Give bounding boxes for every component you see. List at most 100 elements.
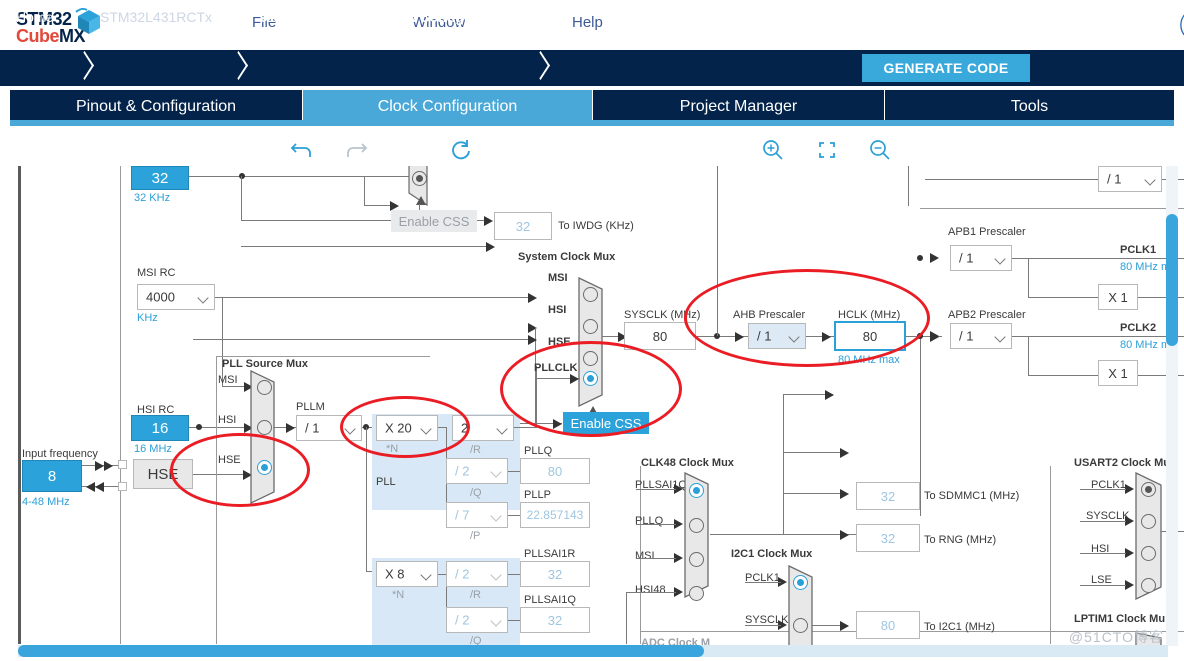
- pll-source-radio-hse[interactable]: [257, 460, 272, 475]
- iwdg-output-label: To IWDG (KHz): [558, 220, 634, 232]
- pll-source-radio-msi[interactable]: [257, 380, 272, 395]
- tab-tools[interactable]: Tools: [884, 90, 1174, 124]
- pllsai1-n-select[interactable]: X 8: [376, 561, 438, 587]
- pllm-select[interactable]: / 1: [296, 415, 362, 441]
- usart2-radio-sysclk[interactable]: [1141, 514, 1156, 529]
- horizontal-scrollbar-thumb[interactable]: [18, 645, 704, 657]
- pll-p-select[interactable]: / 7: [446, 502, 508, 528]
- pllsai1-r-select[interactable]: / 2: [446, 561, 508, 587]
- wire-junction: [196, 424, 202, 430]
- input-frequency-unit-label: 4-48 MHz: [22, 496, 70, 508]
- clock-tree-canvas[interactable]: 32 32 KHz Enable CSS 32 To IWDG (KHz) MS…: [0, 166, 1184, 661]
- chevron-down-icon: [490, 615, 502, 627]
- tab-clock-configuration[interactable]: Clock Configuration: [302, 90, 592, 124]
- clk48-radio-pllq[interactable]: [689, 518, 704, 533]
- chevron-down-icon: [197, 292, 209, 304]
- breadcrumb-item-device[interactable]: STM32L431RCTx: [100, 9, 212, 25]
- horizontal-scrollbar[interactable]: [18, 645, 1168, 657]
- pll-r-select[interactable]: 2: [452, 415, 514, 441]
- vertical-scrollbar[interactable]: [1166, 166, 1178, 646]
- wire-arrow: [104, 461, 113, 471]
- wire: [626, 592, 628, 644]
- wire: [514, 427, 536, 429]
- pllm-value: / 1: [305, 420, 320, 436]
- wire: [438, 574, 446, 576]
- generate-code-button[interactable]: GENERATE CODE: [862, 54, 1030, 82]
- hse-box[interactable]: HSE: [133, 459, 193, 489]
- canvas-divider: [920, 208, 1184, 209]
- pll-source-input-hse: HSE: [218, 454, 241, 466]
- hclk-field[interactable]: 80: [834, 321, 906, 351]
- iwdg-output-field: 32: [494, 212, 552, 240]
- i2c1-radio-pclk1[interactable]: [793, 575, 808, 590]
- undo-icon[interactable]: [288, 136, 316, 164]
- lsi-enable-css-button[interactable]: Enable CSS: [391, 210, 477, 232]
- tab-project-manager[interactable]: Project Manager: [592, 90, 884, 124]
- hsi-rc-value-box[interactable]: 16: [131, 415, 189, 441]
- wire-arrow: [570, 374, 579, 384]
- chevron-down-icon: [496, 423, 508, 435]
- pll-n-select[interactable]: X 20: [376, 415, 438, 441]
- pll-q-select[interactable]: / 2: [446, 458, 508, 484]
- ahb-prescaler-select[interactable]: / 1: [748, 323, 806, 349]
- clk48-radio-hsi48[interactable]: [689, 586, 704, 601]
- msi-rc-title: MSI RC: [137, 267, 176, 279]
- pll-source-radio-hsi[interactable]: [257, 420, 272, 435]
- system-enable-css-button[interactable]: Enable CSS: [563, 412, 649, 434]
- pll-q-label: /Q: [470, 487, 482, 499]
- system-clock-radio-msi[interactable]: [583, 287, 598, 302]
- breadcrumb-item-home[interactable]: Home: [16, 9, 53, 25]
- top-prescaler-select[interactable]: / 1: [1098, 166, 1162, 192]
- usart2-radio-pclk1[interactable]: [1141, 482, 1156, 497]
- pclk1-title: PCLK1: [1120, 244, 1157, 256]
- chevron-down-icon: [490, 510, 502, 522]
- wire: [215, 297, 535, 299]
- wire-arrow: [484, 216, 493, 226]
- rng-output-label: To RNG (MHz): [924, 534, 997, 546]
- wire-arrow: [528, 293, 537, 303]
- fit-to-screen-icon[interactable]: [813, 136, 841, 164]
- lsi-mux-radio[interactable]: [412, 171, 427, 186]
- clk48-radio-pllsai1q[interactable]: [689, 483, 704, 498]
- pllsai1r-output-field: 32: [520, 561, 590, 587]
- pll-block-title: PLL: [376, 476, 396, 488]
- i2c1-radio-sysclk[interactable]: [793, 618, 808, 633]
- menu-help[interactable]: Help: [572, 14, 603, 31]
- redo-icon[interactable]: [342, 136, 370, 164]
- reset-icon[interactable]: [447, 136, 475, 164]
- wire-arrow: [95, 461, 104, 471]
- zoom-out-icon[interactable]: [866, 136, 894, 164]
- wire: [908, 166, 910, 206]
- system-clock-radio-hsi[interactable]: [583, 319, 598, 334]
- wire: [745, 582, 781, 584]
- wire: [1012, 336, 1184, 338]
- wire-junction: [917, 255, 923, 261]
- usart2-radio-lse[interactable]: [1141, 578, 1156, 593]
- msi-rc-select[interactable]: 4000: [137, 284, 215, 310]
- system-clock-radio-pllclk[interactable]: [583, 371, 598, 386]
- breadcrumb-item-project[interactable]: 01-blinkLED.ioc - Clock Configuration: [260, 9, 511, 25]
- wire: [366, 427, 368, 572]
- sysclk-field[interactable]: 80: [624, 322, 696, 350]
- apb1-prescaler-select[interactable]: / 1: [950, 245, 1012, 271]
- chevron-down-icon: [344, 423, 356, 435]
- lse-unit-label: 32 KHz: [134, 192, 171, 204]
- lse-value-box[interactable]: 32: [131, 166, 189, 190]
- apb2-prescaler-select[interactable]: / 1: [950, 323, 1012, 349]
- vertical-scrollbar-thumb[interactable]: [1166, 214, 1178, 346]
- wire-arrow: [553, 419, 562, 429]
- clk48-radio-msi[interactable]: [689, 552, 704, 567]
- pllp-output-field: 22.857143: [520, 502, 590, 528]
- pllm-title: PLLM: [296, 401, 325, 413]
- i2c1-output-label: To I2C1 (MHz): [924, 621, 995, 633]
- system-clock-radio-hse[interactable]: [583, 351, 598, 366]
- pllsai1-q-select[interactable]: / 2: [446, 607, 508, 633]
- wire-arrow-left: [95, 482, 104, 492]
- zoom-in-icon[interactable]: [759, 136, 787, 164]
- tab-pinout-configuration[interactable]: Pinout & Configuration: [10, 90, 302, 124]
- usart2-radio-hsi[interactable]: [1141, 546, 1156, 561]
- input-frequency-box[interactable]: 8: [22, 460, 82, 492]
- pclk2-note: 80 MHz m: [1120, 339, 1171, 351]
- anniversary-10-icon[interactable]: 10: [1178, 6, 1184, 44]
- pll-p-label: /P: [470, 530, 481, 542]
